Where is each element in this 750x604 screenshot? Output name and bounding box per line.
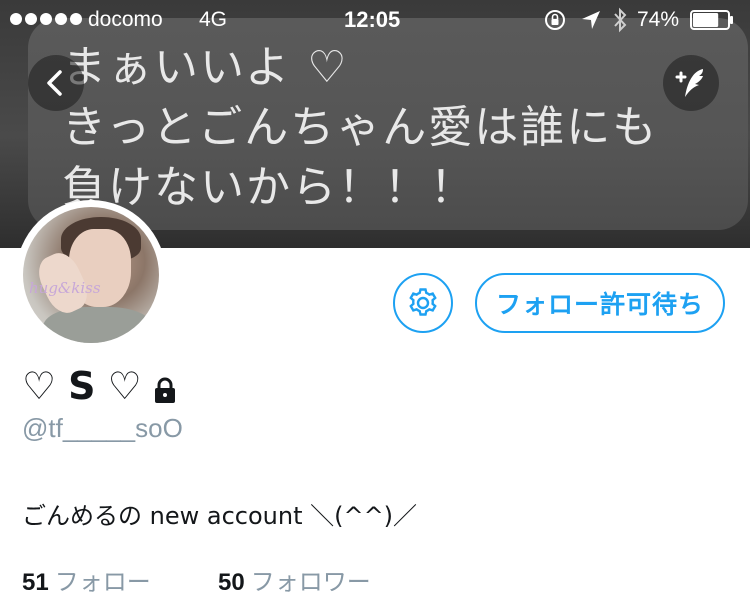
gear-icon <box>409 288 437 316</box>
followers-count: 50 <box>218 569 245 596</box>
follow-pending-button[interactable]: フォロー許可待ち <box>475 273 725 333</box>
battery-percentage: 74% <box>637 8 680 31</box>
status-time: 12:05 <box>344 7 401 32</box>
following-stat[interactable]: 51 フォロー <box>22 562 151 597</box>
avatar-overlay-text: hug&kiss <box>29 279 101 297</box>
followers-label: フォロワー <box>250 568 371 596</box>
battery-icon <box>690 10 733 30</box>
chevron-left-icon <box>47 70 62 96</box>
back-button[interactable] <box>28 55 84 111</box>
display-name-heart-left: ♡ <box>22 364 57 408</box>
following-label: フォロー <box>54 568 151 596</box>
network-type: 4G <box>199 8 228 31</box>
bluetooth-icon <box>614 7 627 33</box>
profile-avatar[interactable]: hug&kiss <box>16 200 166 350</box>
display-name-letter: S <box>68 364 96 408</box>
banner-message-text: まぁいいよ ♡ きっとごんちゃん愛は誰にも 負けないから！！！ <box>62 38 658 218</box>
banner-line-2: きっとごんちゃん愛は誰にも <box>62 102 659 153</box>
carrier-name: docomo <box>88 8 163 31</box>
rotation-lock-icon <box>545 10 565 30</box>
status-bar: docomo 4G 12:05 74% <box>0 0 750 40</box>
avatar-shirt <box>43 307 153 343</box>
banner-line-3: 負けないから！！！ <box>62 162 476 213</box>
lock-icon <box>155 377 175 403</box>
display-name: ♡ S ♡ <box>22 364 142 408</box>
banner-line-1: まぁいいよ ♡ <box>62 42 349 93</box>
profile-bio: ごんめるの new account ＼(^^)／ <box>22 502 418 530</box>
followers-stat[interactable]: 50 フォロワー <box>218 562 371 597</box>
display-name-heart-right: ♡ <box>107 364 142 408</box>
avatar-photo: hug&kiss <box>23 207 159 343</box>
compose-tweet-icon <box>675 69 703 97</box>
compose-tweet-button[interactable] <box>663 55 719 111</box>
profile-handle: @tf_____soO <box>22 413 183 443</box>
signal-strength-icon <box>10 13 82 25</box>
profile-settings-button[interactable] <box>393 273 453 333</box>
following-count: 51 <box>22 569 49 596</box>
location-arrow-icon <box>582 11 600 29</box>
